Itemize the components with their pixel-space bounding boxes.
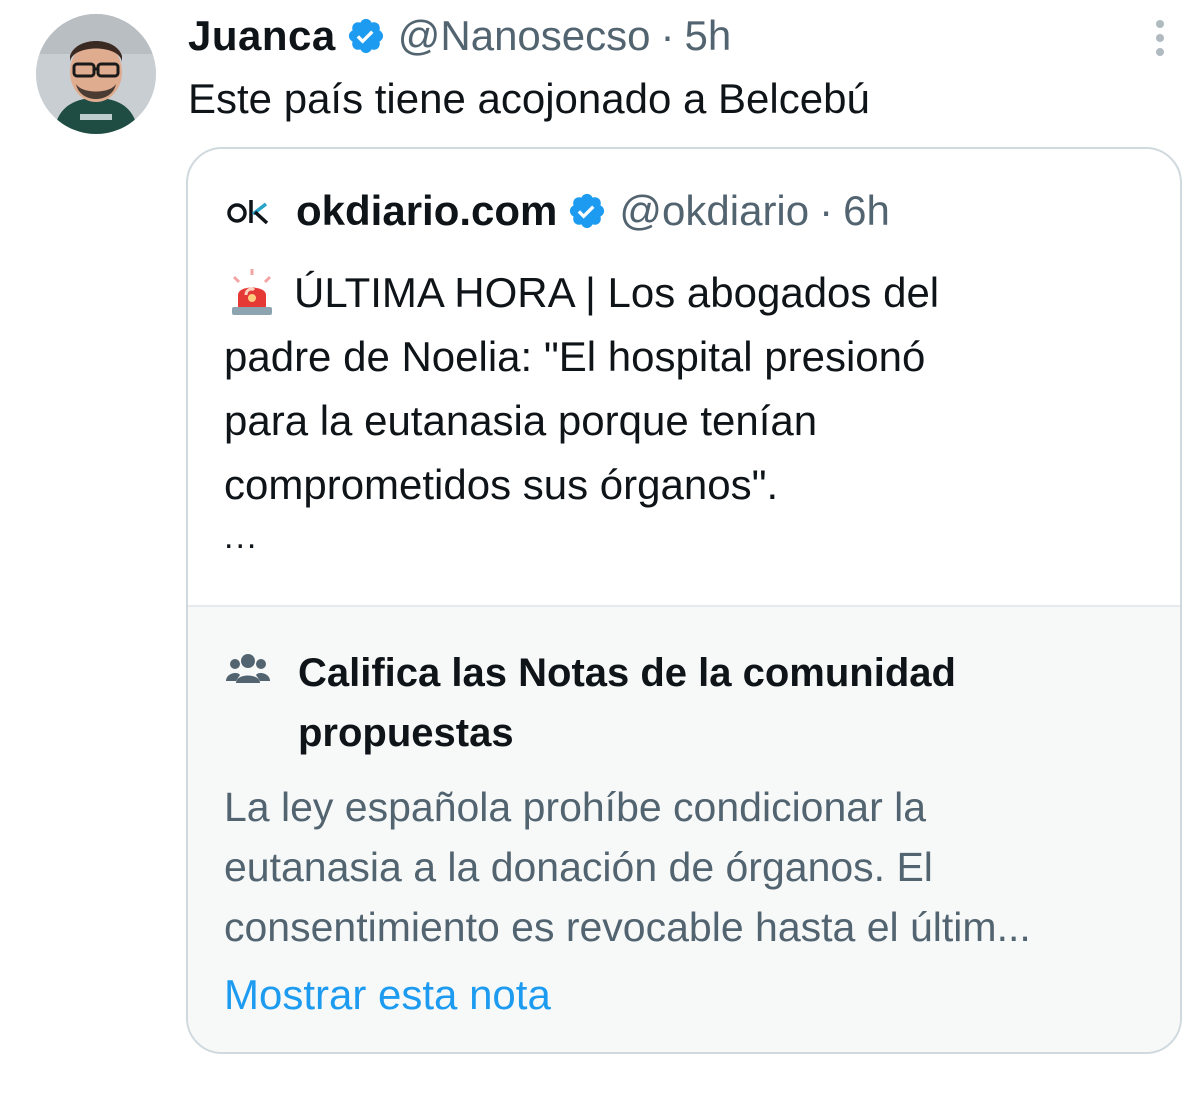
verified-badge-icon <box>346 16 386 56</box>
verified-badge-icon <box>567 191 607 231</box>
community-notes-panel[interactable]: Califica las Notas de la comunidad propu… <box>188 605 1180 1052</box>
community-note-line-1: La ley española prohíbe condicionar la <box>224 784 927 830</box>
quoted-author-name[interactable]: okdiario.com <box>296 187 557 235</box>
quoted-text-ellipsis: ... <box>224 518 259 556</box>
community-note-line-2: eutanasia a la donación de órganos. El <box>224 844 933 890</box>
author-avatar[interactable] <box>36 14 156 134</box>
quoted-tweet-card[interactable]: okdiario.com @okdiario · 6h ÚLTIMA HORA … <box>186 147 1182 1054</box>
tweet-text: Este país tiene acojonado a Belcebú <box>188 75 870 122</box>
quoted-author-handle[interactable]: @okdiario <box>619 187 809 235</box>
community-notes-title: Califica las Notas de la comunidad propu… <box>298 651 956 755</box>
community-note-text: La ley española prohíbe condicionar la e… <box>224 777 1031 957</box>
quoted-text-line: ÚLTIMA HORA | Los abogados del <box>226 261 939 325</box>
quoted-text-line-4: comprometidos sus órganos". <box>224 461 779 508</box>
quoted-text: padre de Noelia: "El hospital presionó p… <box>224 325 925 557</box>
author-handle[interactable]: @Nanosecso <box>398 12 651 60</box>
quoted-text-line-1: ÚLTIMA HORA | Los abogados del <box>294 269 940 316</box>
okdiario-logo[interactable] <box>226 189 270 233</box>
people-group-icon <box>226 649 270 693</box>
separator-dot: · <box>819 187 834 234</box>
tweet-header: Juanca @Nanosecso · 5h <box>188 8 731 64</box>
more-options-icon[interactable] <box>1148 16 1172 60</box>
community-notes-header: Califica las Notas de la comunidad propu… <box>226 643 1118 763</box>
author-name[interactable]: Juanca <box>188 12 336 60</box>
show-note-link[interactable]: Mostrar esta nota <box>224 965 551 1025</box>
separator-dot: · <box>660 12 675 59</box>
community-note-line-3: consentimiento es revocable hasta el últ… <box>224 904 1031 950</box>
quoted-tweet-time[interactable]: 6h <box>843 187 890 235</box>
tweet-time[interactable]: 5h <box>685 12 732 60</box>
quoted-text-line-3: para la eutanasia porque tenían <box>224 397 818 444</box>
rotating-light-emoji-icon <box>226 267 278 319</box>
avatar-photo <box>36 14 156 134</box>
quoted-tweet-header: okdiario.com @okdiario · 6h <box>226 185 890 237</box>
quoted-text-line-2: padre de Noelia: "El hospital presionó <box>224 333 926 380</box>
